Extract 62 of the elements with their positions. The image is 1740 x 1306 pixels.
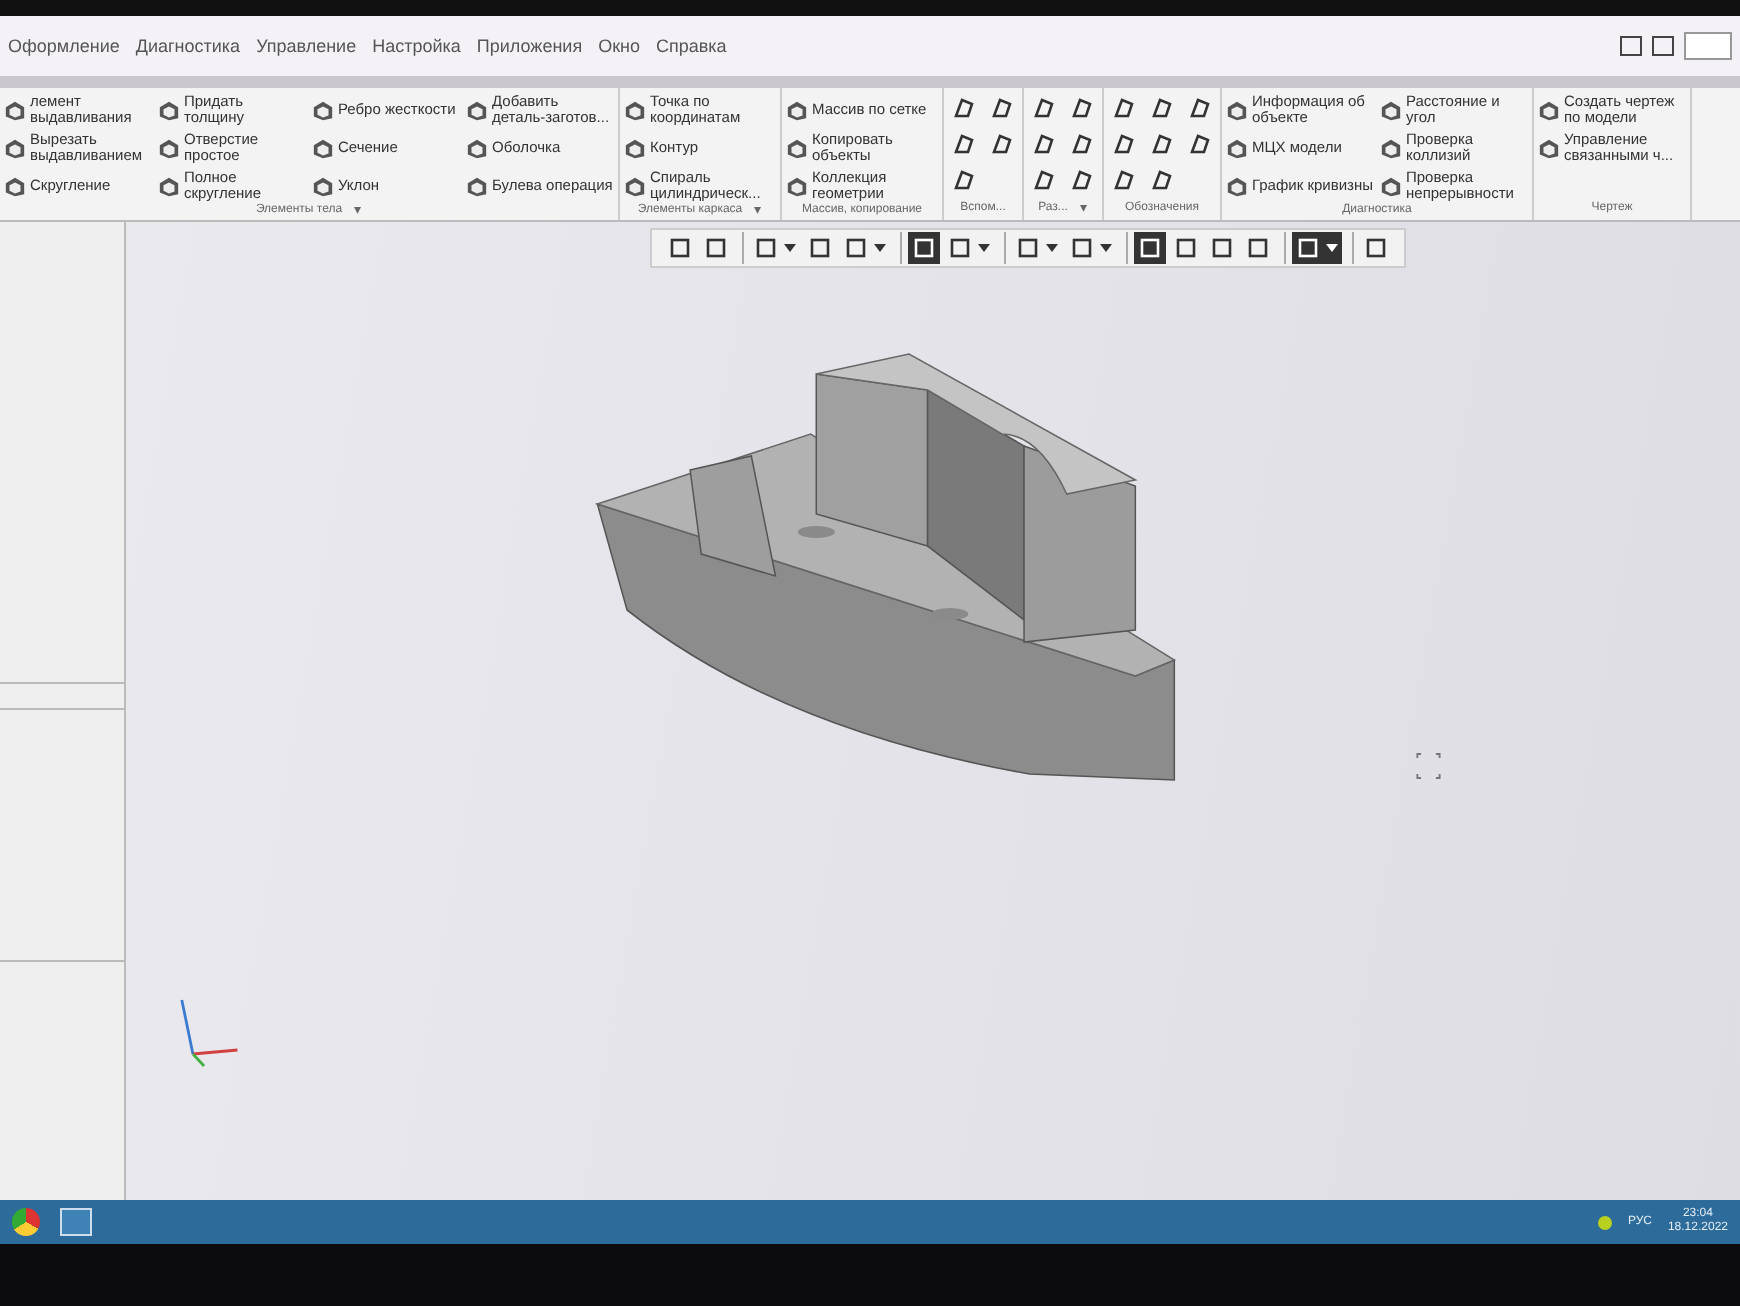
square-icon — [1174, 236, 1198, 260]
cube-icon — [312, 137, 334, 159]
network-icon[interactable] — [1597, 1215, 1612, 1229]
cube-icon — [466, 137, 488, 159]
cube-icon — [1380, 137, 1402, 159]
menu-item[interactable]: Управление — [256, 36, 357, 56]
caret-icon — [1046, 244, 1058, 252]
menu-item[interactable]: Окно — [598, 36, 640, 56]
square-icon — [1246, 236, 1270, 260]
toolbar-button[interactable] — [1134, 232, 1166, 264]
menu-item[interactable]: Справка — [656, 36, 727, 56]
square-icon — [844, 236, 868, 260]
square-icon — [1210, 236, 1234, 260]
cube-icon — [786, 99, 808, 121]
caret-icon — [978, 244, 990, 252]
restore-icon[interactable] — [1620, 36, 1642, 56]
square-icon — [668, 236, 692, 260]
cube-icon — [158, 175, 180, 197]
rotation-center-icon — [1416, 753, 1441, 779]
cube-icon — [158, 99, 180, 121]
toolbar-button[interactable] — [1292, 232, 1342, 264]
window-icon[interactable] — [60, 1208, 92, 1236]
cube-icon — [466, 175, 488, 197]
cube-icon — [1380, 99, 1402, 121]
caret-icon — [1100, 244, 1112, 252]
cube-icon — [1226, 137, 1248, 159]
axis-triad-icon — [180, 999, 238, 1067]
menu-item[interactable]: Настройка — [372, 36, 461, 56]
cube-icon — [1538, 99, 1560, 121]
toolbar-button[interactable] — [908, 232, 940, 264]
cube-icon — [1226, 99, 1248, 121]
square-icon — [754, 236, 778, 260]
cube-icon — [786, 137, 808, 159]
caret-icon — [784, 244, 796, 252]
cube-icon — [312, 99, 334, 121]
cube-icon — [1226, 175, 1248, 197]
cube-icon — [312, 175, 334, 197]
cube-icon — [624, 175, 646, 197]
square-icon — [948, 236, 972, 260]
cube-icon — [624, 137, 646, 159]
square-icon — [912, 236, 936, 260]
square-icon — [1070, 236, 1094, 260]
square-icon — [704, 236, 728, 260]
caret-icon — [874, 244, 886, 252]
cube-icon — [466, 99, 488, 121]
caret-icon — [1326, 244, 1338, 252]
browser-icon[interactable] — [12, 1208, 40, 1236]
cube-icon — [1380, 175, 1402, 197]
search-field[interactable] — [1684, 32, 1732, 60]
cube-icon — [158, 137, 180, 159]
square-icon — [1296, 236, 1320, 260]
square-icon — [1016, 236, 1040, 260]
menu-item[interactable]: Приложения — [476, 36, 583, 56]
restore-icon[interactable] — [1652, 36, 1674, 56]
square-icon — [1364, 236, 1388, 260]
cube-icon — [624, 99, 646, 121]
square-icon — [1138, 236, 1162, 260]
menu-item[interactable]: Диагностика — [135, 36, 241, 56]
cube-icon — [1538, 137, 1560, 159]
square-icon — [808, 236, 832, 260]
cube-icon — [786, 175, 808, 197]
menu-item[interactable]: Оформление — [8, 36, 120, 56]
